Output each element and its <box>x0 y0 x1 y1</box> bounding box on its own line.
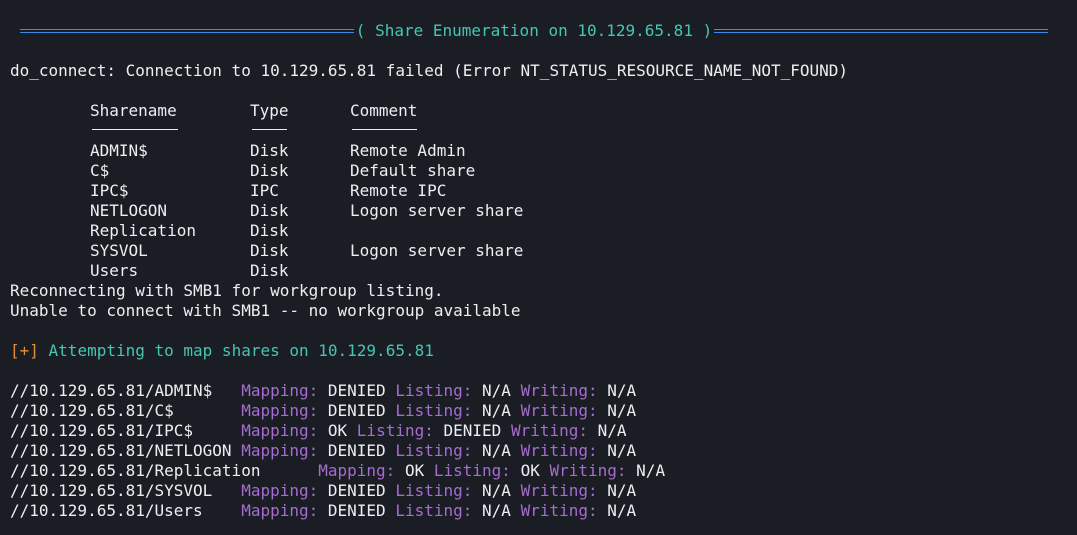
listing-label: Listing: <box>433 461 521 480</box>
mapping-intro-line: [+] Attempting to map shares on 10.129.6… <box>10 341 434 361</box>
share-path: //10.129.65.81/NETLOGON <box>10 441 242 460</box>
share-path: //10.129.65.81/Users <box>10 501 242 520</box>
share-type: Disk <box>250 201 289 220</box>
share-type: Disk <box>250 221 289 240</box>
listing-label: Listing: <box>395 381 483 400</box>
success-marker: [+] <box>10 341 39 360</box>
header-type: Type <box>250 101 289 120</box>
listing-label: Listing: <box>395 441 483 460</box>
mapping-value: DENIED <box>327 401 396 420</box>
banner-title: ( Share Enumeration on 10.129.65.81 ) <box>355 21 713 40</box>
writing-label: Writing: <box>520 481 608 500</box>
smb1-line: Unable to connect with SMB1 -- no workgr… <box>10 301 521 320</box>
writing-label: Writing: <box>549 461 637 480</box>
share-comment: Default share <box>350 161 476 180</box>
share-path: //10.129.65.81/ADMIN$ <box>10 381 242 400</box>
listing-value: N/A <box>482 501 521 520</box>
share-name: ADMIN$ <box>90 141 148 160</box>
writing-label: Writing: <box>520 441 608 460</box>
banner-rule-right <box>714 29 1049 33</box>
mapping-row: //10.129.65.81/SYSVOL Mapping: DENIED Li… <box>10 481 636 501</box>
mapping-row: //10.129.65.81/C$ Mapping: DENIED Listin… <box>10 401 636 421</box>
listing-value: N/A <box>482 481 521 500</box>
share-type: IPC <box>250 181 279 200</box>
header-underline-comment <box>352 129 417 131</box>
mapping-row: //10.129.65.81/NETLOGON Mapping: DENIED … <box>10 441 636 461</box>
listing-value: DENIED <box>443 421 511 440</box>
mapping-value: DENIED <box>327 381 396 400</box>
mapping-row: //10.129.65.81/IPC$ Mapping: OK Listing:… <box>10 421 627 441</box>
writing-value: N/A <box>607 401 637 420</box>
writing-value: N/A <box>607 441 637 460</box>
listing-value: N/A <box>482 381 521 400</box>
share-name: NETLOGON <box>90 201 168 220</box>
share-name: SYSVOL <box>90 241 148 260</box>
share-name: Users <box>90 261 139 280</box>
share-type: Disk <box>250 241 289 260</box>
mapping-label: Mapping: <box>241 421 328 440</box>
listing-label: Listing: <box>395 501 483 520</box>
mapping-row: //10.129.65.81/ADMIN$ Mapping: DENIED Li… <box>10 381 636 401</box>
share-name: C$ <box>90 161 110 180</box>
share-path: //10.129.65.81/SYSVOL <box>10 481 242 500</box>
header-underline-sharename <box>92 129 178 131</box>
smb1-line: Reconnecting with SMB1 for workgroup lis… <box>10 281 444 300</box>
share-comment: Remote Admin <box>350 141 466 160</box>
mapping-row: //10.129.65.81/Users Mapping: DENIED Lis… <box>10 501 636 521</box>
mapping-value: OK <box>327 421 357 440</box>
mapping-row: //10.129.65.81/Replication Mapping: OK L… <box>10 461 665 481</box>
section-banner: ( Share Enumeration on 10.129.65.81 ) <box>20 21 1049 41</box>
mapping-value: OK <box>404 461 434 480</box>
share-type: Disk <box>250 141 289 160</box>
header-comment: Comment <box>350 101 418 120</box>
mapping-label: Mapping: <box>241 381 328 400</box>
mapping-label: Mapping: <box>241 501 328 520</box>
share-comment: Logon server share <box>350 241 524 260</box>
mapping-label: Mapping: <box>241 401 328 420</box>
mapping-intro-text: Attempting to map shares on 10.129.65.81 <box>38 341 434 360</box>
share-path: //10.129.65.81/C$ <box>10 401 242 420</box>
listing-label: Listing: <box>395 401 483 420</box>
share-name: IPC$ <box>90 181 129 200</box>
share-type: Disk <box>250 261 289 280</box>
mapping-value: DENIED <box>327 441 396 460</box>
mapping-value: DENIED <box>327 481 396 500</box>
banner-rule-left <box>20 29 354 33</box>
writing-value: N/A <box>607 381 637 400</box>
mapping-value: DENIED <box>327 501 396 520</box>
mapping-label: Mapping: <box>318 461 405 480</box>
listing-value: OK <box>520 461 550 480</box>
writing-label: Writing: <box>520 401 608 420</box>
listing-label: Listing: <box>395 481 483 500</box>
writing-value: N/A <box>607 501 637 520</box>
terminal-window[interactable]: ( Share Enumeration on 10.129.65.81 ) do… <box>0 0 1077 535</box>
writing-value: N/A <box>597 421 627 440</box>
writing-label: Writing: <box>520 501 608 520</box>
share-path: //10.129.65.81/IPC$ <box>10 421 242 440</box>
mapping-label: Mapping: <box>241 481 328 500</box>
writing-value: N/A <box>607 481 637 500</box>
header-sharename: Sharename <box>90 101 177 120</box>
header-underline-type <box>252 129 287 131</box>
listing-value: N/A <box>482 441 521 460</box>
writing-label: Writing: <box>510 421 598 440</box>
share-comment: Remote IPC <box>350 181 447 200</box>
connect-error-line: do_connect: Connection to 10.129.65.81 f… <box>10 61 849 80</box>
share-name: Replication <box>90 221 196 240</box>
share-type: Disk <box>250 161 289 180</box>
listing-label: Listing: <box>356 421 444 440</box>
share-comment: Logon server share <box>350 201 524 220</box>
mapping-label: Mapping: <box>241 441 328 460</box>
listing-value: N/A <box>482 401 521 420</box>
writing-label: Writing: <box>520 381 608 400</box>
share-path: //10.129.65.81/Replication <box>10 461 319 480</box>
writing-value: N/A <box>636 461 666 480</box>
